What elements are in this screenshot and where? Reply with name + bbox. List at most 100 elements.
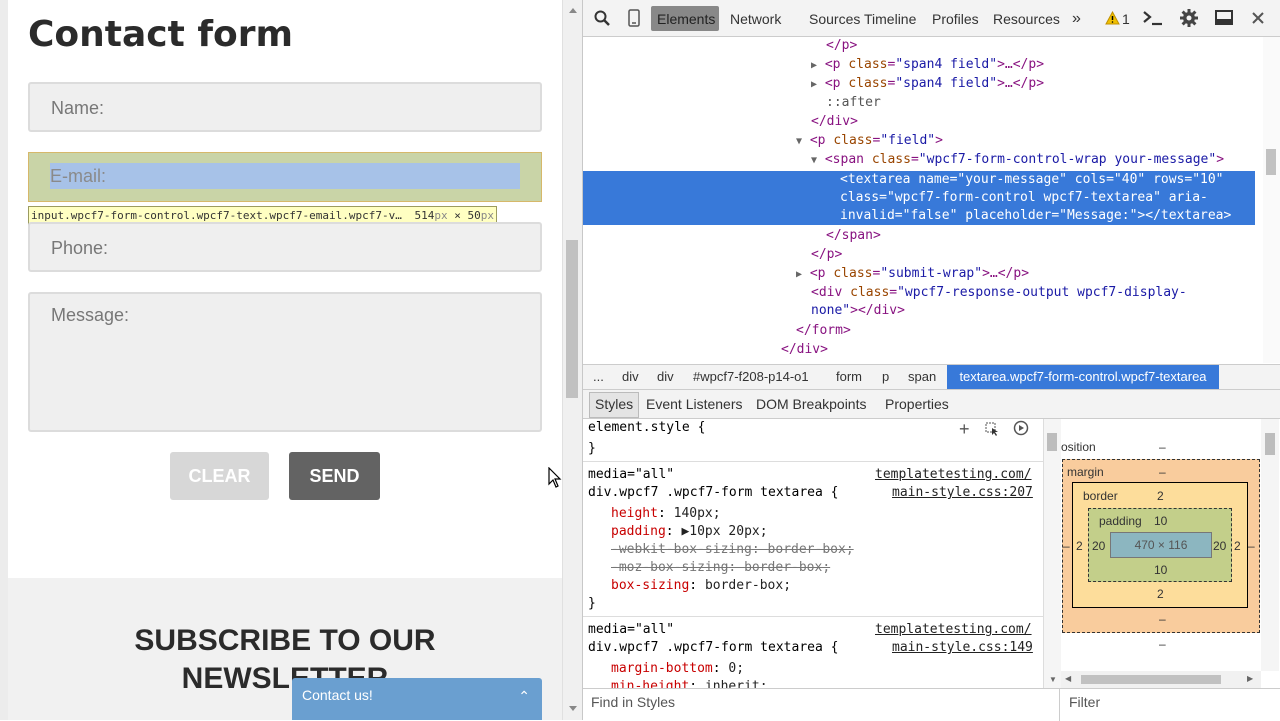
more-tabs-chevron-icon[interactable]: » bbox=[1072, 0, 1081, 36]
rule-source-link[interactable]: main-style.css:149 bbox=[892, 639, 1033, 657]
page-scrollbar[interactable] bbox=[562, 0, 583, 720]
tab-event-listeners[interactable]: Event Listeners bbox=[646, 390, 743, 418]
tab-dom-breakpoints[interactable]: DOM Breakpoints bbox=[756, 390, 866, 418]
box-model-vscrollbar-thumb[interactable] bbox=[1265, 433, 1275, 455]
css-property[interactable]: padding: ▶10px 20px; bbox=[611, 523, 768, 541]
email-content-box-highlight bbox=[50, 163, 520, 189]
tab-properties[interactable]: Properties bbox=[885, 390, 949, 418]
breadcrumb: ... div div #wpcf7-f208-p14-o1 form p sp… bbox=[583, 364, 1280, 390]
tab-styles[interactable]: Styles bbox=[595, 390, 633, 418]
border-label: border bbox=[1083, 489, 1118, 503]
dom-line[interactable]: ▶ <p class="span4 field">…</p> bbox=[811, 75, 1044, 94]
rule-source-link[interactable]: templatetesting.com/ bbox=[875, 621, 1032, 639]
breadcrumb-item[interactable]: form bbox=[836, 365, 862, 389]
tab-sources[interactable]: Sources bbox=[809, 0, 860, 36]
element-style-selector[interactable]: element.style { bbox=[588, 419, 705, 437]
rule-source-link[interactable]: main-style.css:207 bbox=[892, 484, 1033, 502]
css-property[interactable]: margin-bottom: 0; bbox=[611, 660, 744, 678]
settings-gear-icon[interactable] bbox=[1179, 8, 1199, 28]
clear-button[interactable]: CLEAR bbox=[170, 452, 269, 500]
box-model-hscrollbar-thumb[interactable] bbox=[1081, 675, 1221, 684]
contact-us-label: Contact us! bbox=[302, 687, 373, 703]
selected-dom-node[interactable]: <textarea name="your-message" cols="40" … bbox=[583, 171, 1255, 225]
breadcrumb-item[interactable]: ... bbox=[593, 365, 604, 389]
filter-input[interactable]: Filter bbox=[1069, 694, 1100, 710]
chevron-up-icon[interactable]: ⌃ bbox=[518, 688, 530, 705]
css-prop-value: 140px; bbox=[673, 506, 721, 521]
dom-line[interactable]: </span> bbox=[826, 227, 881, 245]
device-mode-icon[interactable] bbox=[628, 9, 640, 27]
toggle-state-icon[interactable] bbox=[985, 422, 1001, 436]
message-placeholder: Message: bbox=[51, 305, 130, 325]
collapse-triangle-icon[interactable]: ▼ bbox=[811, 155, 817, 166]
dom-tag-end: >…</p> bbox=[997, 57, 1045, 72]
dom-line[interactable]: ::after bbox=[826, 94, 881, 112]
dom-line[interactable]: </div> bbox=[811, 113, 858, 131]
expand-triangle-icon[interactable]: ▶ bbox=[811, 60, 817, 71]
css-property-overridden[interactable]: -moz-box-sizing: border-box; bbox=[611, 559, 830, 577]
collapse-triangle-icon[interactable]: ▼ bbox=[796, 136, 802, 147]
dom-line[interactable]: ▼ <p class="field"> bbox=[796, 132, 943, 151]
dom-line[interactable]: </form> bbox=[796, 322, 851, 340]
scroll-left-arrow-icon[interactable]: ◀ bbox=[1065, 674, 1071, 683]
breadcrumb-item-selected[interactable]: textarea.wpcf7-form-control.wpcf7-textar… bbox=[947, 365, 1219, 389]
dock-side-icon[interactable] bbox=[1215, 10, 1235, 26]
search-icon[interactable] bbox=[594, 10, 611, 27]
content-box[interactable]: 470 × 116 bbox=[1110, 532, 1212, 558]
scroll-down-arrow-icon[interactable] bbox=[569, 706, 577, 711]
breadcrumb-item[interactable]: p bbox=[882, 365, 889, 389]
animation-icon[interactable] bbox=[1013, 420, 1029, 436]
tab-profiles[interactable]: Profiles bbox=[932, 0, 979, 36]
dom-line[interactable]: ▶ <p class="submit-wrap">…</p> bbox=[796, 265, 1029, 284]
dom-line[interactable]: ▼ <span class="wpcf7-form-control-wrap y… bbox=[811, 151, 1224, 170]
rule-selector[interactable]: div.wpcf7 .wpcf7-form textarea { bbox=[588, 639, 838, 657]
tab-elements[interactable]: Elements bbox=[657, 0, 715, 36]
tab-timeline[interactable]: Timeline bbox=[864, 0, 916, 36]
dom-line[interactable]: none"></div> bbox=[811, 302, 905, 320]
dom-line[interactable]: </p> bbox=[826, 37, 857, 55]
console-drawer-icon[interactable] bbox=[1142, 10, 1164, 26]
box-model-vscrollbar[interactable] bbox=[1261, 419, 1279, 671]
rule-selector[interactable]: div.wpcf7 .wpcf7-form textarea { bbox=[588, 484, 838, 502]
warning-icon[interactable] bbox=[1105, 11, 1120, 25]
dom-line[interactable]: ▶ <p class="span4 field">…</p> bbox=[811, 56, 1044, 75]
dom-scrollbar-thumb[interactable] bbox=[1266, 149, 1276, 175]
css-prop-name: height bbox=[611, 506, 658, 521]
css-prop-value: 0; bbox=[728, 661, 745, 676]
find-in-styles-input[interactable]: Find in Styles bbox=[591, 694, 675, 710]
email-input[interactable]: E-mail: bbox=[50, 166, 106, 187]
css-property[interactable]: min-height: inherit; bbox=[611, 678, 768, 688]
dom-scrollbar[interactable] bbox=[1263, 37, 1280, 363]
expand-triangle-icon[interactable]: ▶ bbox=[796, 269, 802, 280]
message-textarea[interactable]: Message: bbox=[28, 292, 542, 432]
tab-network[interactable]: Network bbox=[730, 0, 781, 36]
scroll-down-arrow-icon[interactable]: ▼ bbox=[1049, 675, 1057, 684]
box-model-hscrollbar[interactable]: ◀ ▶ bbox=[1061, 671, 1261, 688]
scroll-up-arrow-icon[interactable] bbox=[569, 8, 577, 13]
breadcrumb-item[interactable]: div bbox=[657, 365, 674, 389]
close-icon[interactable] bbox=[1252, 12, 1264, 24]
expand-triangle-icon[interactable]: ▶ bbox=[811, 79, 817, 90]
send-button[interactable]: SEND bbox=[289, 452, 380, 500]
dom-line[interactable]: </p> bbox=[811, 246, 842, 264]
styles-scrollbar-thumb[interactable] bbox=[1047, 433, 1057, 451]
dom-line[interactable]: </div> bbox=[781, 341, 828, 359]
scroll-right-arrow-icon[interactable]: ▶ bbox=[1247, 674, 1253, 683]
breadcrumb-item[interactable]: div bbox=[622, 365, 639, 389]
contact-us-widget[interactable]: Contact us! ⌃ bbox=[292, 678, 542, 720]
breadcrumb-item[interactable]: span bbox=[908, 365, 936, 389]
css-property-overridden[interactable]: -webkit-box-sizing: border-box; bbox=[611, 541, 854, 559]
add-rule-icon[interactable]: + bbox=[959, 419, 970, 440]
phone-input[interactable]: Phone: bbox=[28, 222, 542, 272]
tab-resources[interactable]: Resources bbox=[993, 0, 1060, 36]
rule-source-link[interactable]: templatetesting.com/ bbox=[875, 466, 1032, 484]
page-scrollbar-thumb[interactable] bbox=[566, 240, 578, 398]
css-property[interactable]: box-sizing: border-box; bbox=[611, 577, 791, 595]
css-property[interactable]: height: 140px; bbox=[611, 505, 721, 523]
dom-line[interactable]: <div class="wpcf7-response-output wpcf7-… bbox=[811, 284, 1187, 302]
dom-tag: <div bbox=[811, 285, 843, 300]
breadcrumb-item[interactable]: #wpcf7-f208-p14-o1 bbox=[693, 365, 809, 389]
warning-count[interactable]: 1 bbox=[1122, 0, 1130, 36]
name-input[interactable]: Name: bbox=[28, 82, 542, 132]
styles-scrollbar[interactable]: ▼ bbox=[1043, 419, 1062, 688]
